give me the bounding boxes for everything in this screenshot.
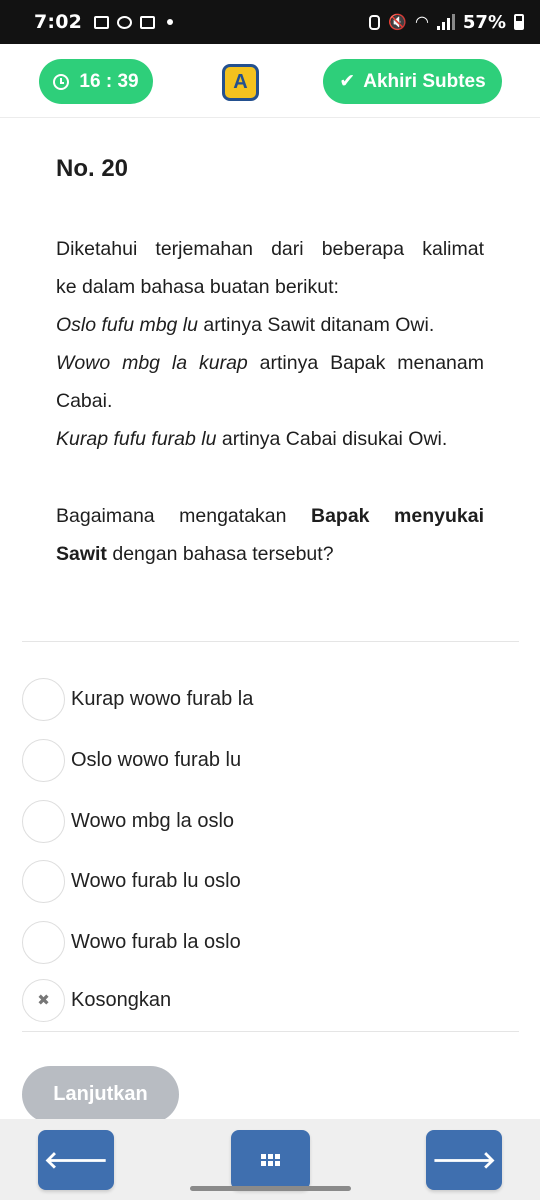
- example-3-meaning: artinya Cabai disukai Owi.: [216, 428, 448, 450]
- example-2: Wowo mbg la kurap artinya Bapak menanam: [56, 344, 484, 382]
- answer-option-1[interactable]: Kurap wowo furab la: [22, 677, 492, 721]
- radio-button[interactable]: [22, 920, 65, 964]
- example-3: Kurap fufu furab lu artinya Cabai disuka…: [56, 420, 484, 458]
- notification-icons: [94, 15, 174, 29]
- next-button[interactable]: Lanjutkan: [22, 1066, 179, 1123]
- divider: [22, 1031, 519, 1032]
- grid-icon: [261, 1154, 280, 1166]
- answer-option-2[interactable]: Oslo wowo furab lu: [22, 738, 492, 782]
- question-intro-line-1: Diketahui terjemahan dari beberapa kalim…: [56, 238, 484, 260]
- timer-button[interactable]: 16 : 39: [39, 59, 153, 104]
- ask-end: dengan bahasa tersebut?: [106, 543, 334, 565]
- answer-option-5[interactable]: Wowo furab la oslo: [22, 920, 492, 964]
- clock-icon: [53, 73, 70, 90]
- question-intro-line-2: ke dalam bahasa buatan berikut:: [56, 276, 339, 298]
- status-time: 7:02: [34, 11, 83, 33]
- option-label: Wowo mbg la oslo: [71, 809, 235, 832]
- answer-option-4[interactable]: Wowo furab lu oslo: [22, 859, 492, 903]
- radio-button[interactable]: [22, 738, 65, 782]
- check-icon: ✔: [339, 71, 356, 92]
- news-icon: [140, 15, 156, 29]
- option-label: Kurap wowo furab la: [71, 687, 254, 710]
- ask-bold-1: Bapak menyukai: [311, 505, 484, 527]
- signal-icon: [436, 14, 455, 30]
- ask-start: Bagaimana mengatakan: [56, 505, 311, 527]
- answer-option-3[interactable]: Wowo mbg la oslo: [22, 799, 492, 843]
- alarm-icon: [369, 14, 381, 30]
- option-label: Wowo furab la oslo: [71, 930, 241, 953]
- radio-button[interactable]: [22, 859, 65, 903]
- battery-icon: [514, 14, 524, 30]
- question-ask-line-1: Bagaimana mengatakan Bapak menyukai: [56, 497, 484, 535]
- logo-letter: A: [233, 71, 248, 93]
- header: 16 : 39 A ✔ Akhiri Subtes: [0, 44, 540, 118]
- option-label: Oslo wowo furab lu: [71, 748, 242, 771]
- wifi-icon: ◠: [414, 14, 429, 31]
- timer-text: 16 : 39: [79, 70, 139, 92]
- ask-bold-2: Sawit: [56, 543, 107, 565]
- divider: [22, 641, 519, 642]
- radio-button[interactable]: [22, 677, 65, 721]
- image-icon: [94, 15, 110, 29]
- close-icon[interactable]: ✖: [22, 978, 65, 1022]
- status-bar: 7:02 🔇 ◠ 57%: [0, 0, 540, 44]
- clear-answer-label: Kosongkan: [71, 988, 172, 1011]
- clear-answer-option[interactable]: ✖ Kosongkan: [22, 978, 492, 1022]
- previous-question-button[interactable]: 🡐: [38, 1130, 114, 1190]
- example-1-meaning: artinya Sawit ditanam Owi.: [197, 314, 435, 336]
- example-1: Oslo fufu mbg lu artinya Sawit ditanam O…: [56, 306, 484, 344]
- example-2-phrase: Wowo mbg la kurap: [56, 352, 248, 374]
- app-logo: A: [222, 64, 259, 101]
- arrow-left-icon: 🡐: [43, 1147, 109, 1174]
- next-question-button[interactable]: 🡒: [426, 1130, 502, 1190]
- finish-label: Akhiri Subtes: [363, 70, 486, 92]
- question-number: No. 20: [56, 155, 129, 182]
- finish-subtest-button[interactable]: ✔ Akhiri Subtes: [323, 59, 502, 104]
- example-3-phrase: Kurap fufu furab lu: [56, 428, 217, 450]
- example-2-meaning: artinya Bapak menanam: [247, 352, 484, 374]
- question-ask-line-2: Sawit dengan bahasa tersebut?: [56, 535, 484, 573]
- mute-icon: 🔇: [388, 14, 407, 31]
- weather-icon: [117, 15, 133, 29]
- arrow-right-icon: 🡒: [431, 1147, 497, 1174]
- question-grid-button[interactable]: [231, 1130, 310, 1190]
- system-icons: 🔇 ◠ 57%: [369, 12, 524, 33]
- example-2-continued: Cabai.: [56, 390, 113, 412]
- home-indicator[interactable]: [190, 1186, 351, 1191]
- radio-button[interactable]: [22, 799, 65, 843]
- question-body: Diketahui terjemahan dari beberapa kalim…: [56, 230, 484, 573]
- battery-percent: 57%: [462, 11, 506, 33]
- more-notifications-icon: [167, 19, 174, 25]
- example-1-phrase: Oslo fufu mbg lu: [56, 314, 198, 336]
- option-label: Wowo furab lu oslo: [71, 869, 241, 892]
